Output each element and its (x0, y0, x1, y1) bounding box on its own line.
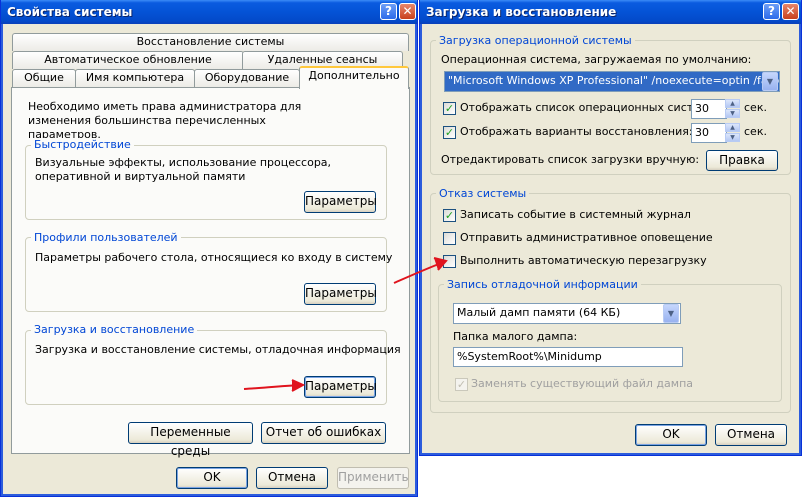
check-icon: ✓ (444, 126, 455, 139)
dump-type-dropdown-arrow[interactable]: ▼ (663, 304, 679, 323)
show-recovery-seconds[interactable]: 30 (691, 123, 727, 143)
startup-recovery-desc: Загрузка и восстановление системы, отлад… (35, 343, 401, 356)
show-recovery-spin-up[interactable]: ▲ (725, 123, 740, 132)
environment-variables-button[interactable]: Переменные среды (128, 422, 253, 458)
seconds-label: сек. (744, 101, 767, 114)
edit-boot-list-label: Отредактировать список загрузки вручную: (441, 153, 700, 166)
show-recovery-checkbox[interactable]: ✓ (443, 126, 456, 139)
system-failure-title: Отказ системы (436, 187, 530, 200)
ok-button[interactable]: OK (176, 467, 248, 489)
error-reporting-button[interactable]: Отчет об ошибках (261, 422, 386, 444)
os-startup-title: Загрузка операционной системы (436, 34, 635, 47)
tab-advanced[interactable]: Дополнительно (299, 66, 409, 89)
profiles-settings-button[interactable]: Параметры (304, 283, 377, 305)
system-properties-window: Свойства системы ? ✕ Восстановление сист… (0, 0, 418, 497)
spin-down-icon: ▼ (730, 134, 735, 141)
close-button[interactable]: ✕ (399, 3, 416, 20)
write-event-checkbox[interactable]: ✓ (443, 209, 456, 222)
check-icon: ✓ (456, 378, 467, 391)
startup-recovery-titlebar[interactable]: Загрузка и восстановление (420, 0, 801, 24)
chevron-down-icon: ▼ (667, 309, 675, 318)
admin-note: Необходимо иметь права администратора дл… (28, 100, 302, 141)
startup-recovery-window: Загрузка и восстановление ? ✕ Загрузка о… (419, 0, 802, 456)
send-alert-checkbox[interactable] (443, 232, 456, 245)
show-recovery-label: Отображать варианты восстановления: (460, 125, 693, 138)
auto-restart-checkbox[interactable] (443, 255, 456, 268)
edit-boot-list-button[interactable]: Правка (706, 150, 778, 171)
send-alert-label: Отправить административное оповещение (460, 231, 713, 244)
write-event-label: Записать событие в системный журнал (460, 208, 691, 221)
tab-hardware[interactable]: Оборудование (194, 69, 300, 87)
show-os-list-spin-down[interactable]: ▼ (725, 109, 740, 118)
tab-general[interactable]: Общие (12, 69, 76, 87)
help-button[interactable]: ? (380, 3, 397, 20)
ok-button[interactable]: OK (635, 424, 707, 446)
dump-folder-input[interactable]: %SystemRoot%\Minidump (453, 347, 683, 367)
auto-restart-label: Выполнить автоматическую перезагрузку (460, 254, 707, 267)
performance-settings-button[interactable]: Параметры (304, 191, 377, 213)
close-icon: ✕ (402, 4, 413, 18)
show-os-list-checkbox[interactable]: ✓ (443, 102, 456, 115)
startup-recovery-title: Загрузка и восстановление (31, 323, 198, 336)
help-icon: ? (385, 4, 392, 18)
show-os-list-seconds[interactable]: 30 (691, 99, 727, 119)
show-recovery-spin-down[interactable]: ▼ (725, 133, 740, 142)
help-icon: ? (768, 4, 775, 18)
close-icon: ✕ (785, 4, 796, 18)
show-os-list-spin-up[interactable]: ▲ (725, 99, 740, 108)
chevron-down-icon: ▼ (766, 77, 774, 86)
startup-settings-button[interactable]: Параметры (304, 376, 377, 398)
default-os-dropdown-arrow[interactable]: ▼ (762, 72, 778, 91)
spin-up-icon: ▲ (730, 124, 735, 131)
close-button[interactable]: ✕ (782, 3, 799, 20)
dump-folder-label: Папка малого дампа: (453, 330, 578, 343)
tab-computer-name[interactable]: Имя компьютера (75, 69, 195, 87)
apply-button[interactable]: Применить (337, 467, 409, 489)
overwrite-dump-label: Заменять существующий файл дампа (471, 377, 694, 390)
check-icon: ✓ (444, 209, 455, 222)
overwrite-dump-checkbox[interactable]: ✓ (455, 378, 468, 391)
tab-system-restore[interactable]: Восстановление системы (12, 33, 409, 51)
cancel-button[interactable]: Отмена (256, 467, 328, 489)
default-os-select[interactable]: "Microsoft Windows XP Professional" /noe… (444, 71, 780, 92)
debug-info-title: Запись отладочной информации (444, 278, 641, 291)
window-title: Загрузка и восстановление (426, 5, 617, 19)
spin-down-icon: ▼ (730, 110, 735, 117)
default-os-label: Операционная система, загружаемая по умо… (441, 53, 752, 66)
system-properties-titlebar[interactable]: Свойства системы (1, 0, 417, 24)
cancel-button[interactable]: Отмена (715, 424, 787, 446)
window-title: Свойства системы (7, 5, 133, 19)
seconds-label: сек. (744, 125, 767, 138)
user-profiles-title: Профили пользователей (31, 231, 181, 244)
show-os-list-label: Отображать список операционных систем: (460, 101, 712, 114)
dump-type-select[interactable]: Малый дамп памяти (64 КБ) (453, 303, 681, 324)
tab-auto-update[interactable]: Автоматическое обновление (12, 51, 244, 69)
user-profiles-desc: Параметры рабочего стола, относящиеся ко… (35, 251, 393, 264)
performance-desc: Визуальные эффекты, использование процес… (35, 156, 332, 183)
help-button[interactable]: ? (763, 3, 780, 20)
performance-title: Быстродействие (31, 138, 134, 151)
spin-up-icon: ▲ (730, 100, 735, 107)
check-icon: ✓ (444, 102, 455, 115)
